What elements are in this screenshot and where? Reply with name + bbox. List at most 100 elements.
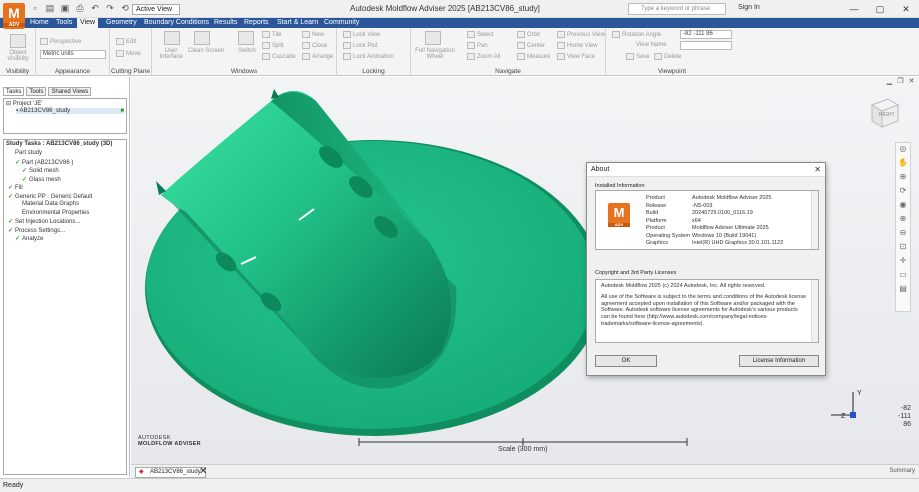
redo-icon[interactable]: ↷ [105, 3, 115, 13]
search-input[interactable]: Type a keyword or phrase [628, 3, 726, 15]
nav-center-icon[interactable]: ✛ [896, 255, 910, 267]
rotation-angle-input[interactable]: -82 -111 86 [680, 30, 732, 39]
view-name-input[interactable] [680, 41, 732, 50]
pan-button[interactable]: Pan [467, 42, 488, 49]
view-cube[interactable]: RIGHT [866, 95, 902, 129]
lock-view-button[interactable]: Lock View [343, 31, 380, 38]
tab-tools[interactable]: Tools [53, 18, 75, 28]
nav-look-icon[interactable]: ◉ [896, 199, 910, 211]
about-close-icon[interactable]: ✕ [814, 163, 821, 177]
previous-view-button[interactable]: Previous View [557, 31, 605, 38]
nav-zoom-in-icon[interactable]: ⊕ [896, 213, 910, 225]
application-menu-button[interactable]: M ADV [3, 3, 25, 29]
summary-button[interactable]: Summary [889, 468, 915, 474]
close-tab-icon[interactable]: ✕ [199, 466, 207, 478]
task-item[interactable]: ✓ Analyze [15, 235, 43, 242]
nav-walk-icon[interactable]: ▭ [896, 269, 910, 281]
switch-button[interactable]: Switch [238, 48, 256, 54]
delete-view-button[interactable]: Delete [654, 53, 681, 60]
nav-settings-icon[interactable]: ▤ [896, 283, 910, 295]
lock-plot-button[interactable]: Lock Plot [343, 42, 378, 49]
undo-icon[interactable]: ↶ [90, 3, 100, 13]
user-interface-icon[interactable] [164, 31, 180, 45]
perspective-toggle[interactable]: Perspective [40, 38, 81, 45]
tab-results[interactable]: Results [211, 18, 240, 28]
task-item[interactable]: ✓ Set Injection Locations... [8, 218, 80, 225]
group-viewpoint: Rotation Angle -82 -111 86 View Name Sav… [606, 28, 738, 76]
ok-button[interactable]: OK [595, 355, 657, 367]
license-text-box[interactable]: Autodesk Moldflow 2025 (c) 2024 Autodesk… [595, 279, 819, 343]
steering-wheel-icon[interactable]: ◎ [896, 143, 910, 155]
close-icon[interactable]: ✕ [893, 0, 919, 18]
full-navigation-wheel-button[interactable]: Full Navigation Wheel [413, 48, 457, 60]
tab-geometry[interactable]: Geometry [103, 18, 140, 28]
sign-in-button[interactable]: Sign In [738, 4, 760, 11]
task-item[interactable]: ✓ Glass mesh [22, 176, 61, 183]
group-windows: User Interface Clean Screen Switch Tile … [152, 28, 337, 76]
task-item[interactable]: Environmental Properties [22, 210, 89, 216]
select-button[interactable]: Select [467, 31, 494, 38]
tab-shared-views[interactable]: Shared Views [48, 87, 92, 96]
view-face-button[interactable]: View Face [557, 53, 595, 60]
cascade-button[interactable]: Cascade [262, 53, 296, 60]
measure-button[interactable]: Measure [517, 53, 550, 60]
object-visibility-icon[interactable] [10, 34, 26, 48]
project-node[interactable]: ⊟ Project 'JE' [6, 100, 42, 107]
tab-view[interactable]: View [77, 18, 99, 28]
task-item[interactable]: Material Data Graphs [22, 201, 79, 207]
clean-screen-button[interactable]: Clean Screen [188, 48, 224, 54]
tab-home[interactable]: Home [27, 18, 52, 28]
nav-zoom-out-icon[interactable]: ⊖ [896, 227, 910, 239]
split-button[interactable]: Split [262, 42, 284, 49]
move-cutting-plane-button[interactable]: Move [116, 50, 141, 57]
units-select[interactable]: Metric units [40, 50, 106, 59]
lock-animation-button[interactable]: Lock Animation [343, 53, 394, 60]
license-scrollbar[interactable] [811, 280, 818, 342]
orbit-button[interactable]: Orbit [517, 31, 540, 38]
nav-orbit-icon[interactable]: ⟳ [896, 185, 910, 197]
nav-pan-icon[interactable]: ✋ [896, 157, 910, 169]
task-item[interactable]: ✓ Generic PP : Generic Default [8, 193, 92, 200]
print-icon[interactable]: ⎙ [75, 3, 85, 13]
tile-button[interactable]: Tile [262, 31, 281, 38]
tab-reports[interactable]: Reports [241, 18, 272, 28]
center-button[interactable]: Center [517, 42, 545, 49]
info-scrollbar[interactable] [811, 191, 818, 249]
nav-zoom-icon[interactable]: ⊕ [896, 171, 910, 183]
task-item[interactable]: ✓ Solid mesh [22, 167, 59, 174]
edit-cutting-plane-button[interactable]: Edit [116, 38, 136, 45]
clean-screen-icon[interactable] [194, 31, 210, 45]
task-item[interactable]: ✓ Process Settings... [8, 227, 65, 234]
home-view-button[interactable]: Home View [557, 42, 598, 49]
user-interface-button[interactable]: User Interface [157, 48, 185, 60]
switch-icon[interactable] [238, 31, 254, 45]
task-item[interactable]: ✓ Part (AB213CV86 ) [15, 159, 73, 166]
license-information-button[interactable]: License Information [739, 355, 819, 367]
close-window-button[interactable]: Close [302, 42, 327, 49]
tab-tasks[interactable]: Tasks [3, 87, 25, 96]
tab-start-learn[interactable]: Start & Learn [274, 18, 321, 28]
save-view-button[interactable]: Save [626, 53, 650, 60]
zoom-all-button[interactable]: Zoom All [467, 53, 500, 60]
rotate-icon[interactable]: ⟲ [120, 3, 130, 13]
new-window-button[interactable]: New [302, 31, 324, 38]
task-item[interactable]: Part study [15, 150, 42, 156]
tab-boundary-conditions[interactable]: Boundary Conditions [141, 18, 212, 28]
status-bar: Ready [0, 478, 919, 492]
navigation-wheel-icon[interactable] [425, 31, 441, 45]
new-icon[interactable]: ▫ [30, 3, 40, 13]
active-view-dropdown[interactable]: Active View [132, 4, 180, 15]
arrange-button[interactable]: Arrange [302, 53, 333, 60]
object-visibility-button[interactable]: Object Visibility [4, 50, 32, 62]
minimize-icon[interactable]: — [841, 0, 867, 18]
save-icon[interactable]: ▣ [60, 3, 70, 13]
nav-fit-icon[interactable]: ⊡ [896, 241, 910, 253]
tab-panel-tools[interactable]: Tools [26, 87, 47, 96]
doc-tab-study[interactable]: ◆ AB213CV86_study [135, 467, 206, 478]
task-complete-icon: ✓ [8, 227, 14, 234]
open-icon[interactable]: ▤ [45, 3, 55, 13]
study-node[interactable]: ▪ AB213CV86_study ■ [16, 108, 124, 114]
maximize-icon[interactable]: ▢ [867, 0, 893, 18]
tab-community[interactable]: Community [321, 18, 362, 28]
task-item[interactable]: ✓ Fill [8, 184, 23, 191]
